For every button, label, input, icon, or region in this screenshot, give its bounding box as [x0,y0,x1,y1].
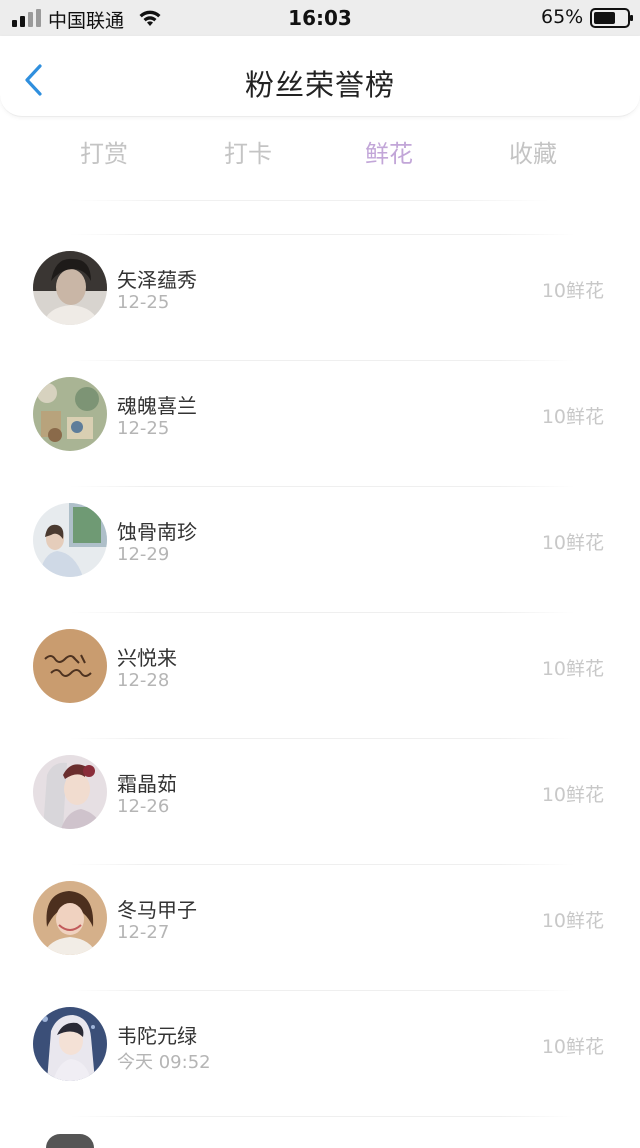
avatar[interactable] [33,755,107,829]
page-header: 粉丝荣誉榜 [0,36,640,117]
user-date: 12-29 [117,544,170,565]
user-date: 12-25 [117,418,170,439]
flower-count: 10鲜花 [541,280,604,302]
tab-favorites[interactable]: 收藏 [509,134,557,169]
list-item[interactable]: 霜晶茹 12-26 10鲜花 [0,738,640,864]
tab-bar: 打赏 打卡 鲜花 收藏 [0,128,640,172]
status-bar: 中国联通 16:03 65% [0,0,640,36]
user-name: 兴悦来 [117,646,177,670]
tab-flowers[interactable]: 鲜花 [365,134,413,169]
row-divider [70,486,575,487]
avatar[interactable] [33,881,107,955]
avatar[interactable] [33,377,107,451]
avatar[interactable] [33,629,107,703]
row-divider [70,990,575,991]
page-title: 粉丝荣誉榜 [244,68,395,102]
user-name: 冬马甲子 [117,898,197,922]
user-name: 魂魄喜兰 [117,394,197,418]
battery-icon [590,8,633,28]
list-item[interactable]: 蚀骨南珍 12-29 10鲜花 [0,486,640,612]
user-name: 矢泽蕴秀 [117,268,197,292]
avatar[interactable] [46,1134,94,1148]
user-name: 韦陀元绿 [117,1024,197,1048]
row-divider [70,360,575,361]
list-item[interactable]: 兴悦来 12-28 10鲜花 [0,612,640,738]
fan-list: 矢泽蕴秀 12-25 10鲜花 魂魄喜兰 12-25 10鲜花 蚀骨南珍 12-… [0,234,640,1116]
row-divider [70,234,575,235]
tab-checkin[interactable]: 打卡 [224,134,272,169]
list-item[interactable]: 魂魄喜兰 12-25 10鲜花 [0,360,640,486]
flower-count: 10鲜花 [541,406,604,428]
tab-divider [70,200,550,201]
battery-percent: 65% [541,6,584,28]
tab-reward[interactable]: 打赏 [80,134,128,169]
user-date: 12-28 [117,670,170,691]
user-name: 霜晶茹 [117,772,177,796]
list-item[interactable]: 矢泽蕴秀 12-25 10鲜花 [0,234,640,360]
user-date: 今天 09:52 [117,1052,211,1073]
list-item[interactable]: 韦陀元绿 今天 09:52 10鲜花 [0,990,640,1116]
flower-count: 10鲜花 [541,910,604,932]
flower-count: 10鲜花 [541,1036,604,1058]
row-divider [70,738,575,739]
user-name: 蚀骨南珍 [117,520,197,544]
user-date: 12-26 [117,796,170,817]
row-divider [70,864,575,865]
avatar[interactable] [33,251,107,325]
avatar[interactable] [33,503,107,577]
row-divider [70,1116,575,1117]
flower-count: 10鲜花 [541,784,604,806]
user-date: 12-25 [117,292,170,313]
list-item[interactable]: 冬马甲子 12-27 10鲜花 [0,864,640,990]
flower-count: 10鲜花 [541,658,604,680]
avatar[interactable] [33,1007,107,1081]
flower-count: 10鲜花 [541,532,604,554]
user-date: 12-27 [117,922,170,943]
row-divider [70,612,575,613]
